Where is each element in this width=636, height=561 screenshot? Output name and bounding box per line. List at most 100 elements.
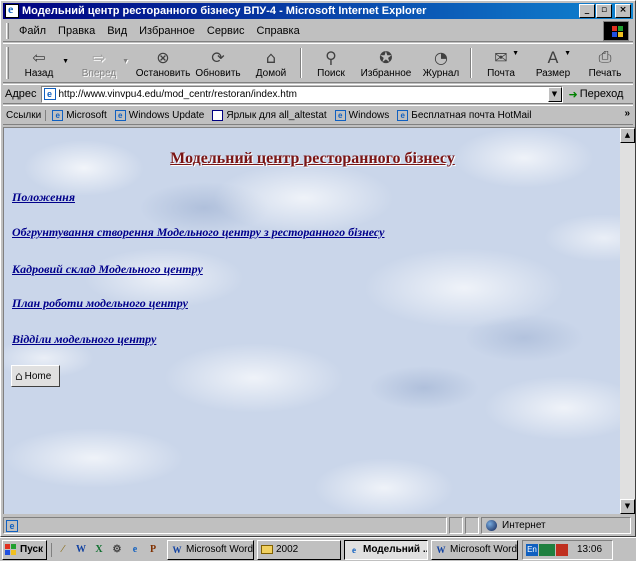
minimize-button[interactable]: _ <box>579 4 595 18</box>
link-work-plan[interactable]: План роботи модельного центру <box>12 296 188 311</box>
refresh-icon: ⟳ <box>211 47 225 67</box>
menu-edit[interactable]: Правка <box>52 25 101 37</box>
mail-dropdown-icon[interactable]: ▼ <box>512 50 519 57</box>
task-label: Microsoft Word ... <box>186 544 254 555</box>
go-arrow-icon: ➜ <box>568 87 578 101</box>
security-zone: Интернет <box>481 517 631 534</box>
link-regulations[interactable]: Положення <box>12 190 75 205</box>
excel-icon[interactable]: X <box>92 543 106 557</box>
stop-button[interactable]: ⊗ Остановить <box>135 44 191 82</box>
language-indicator[interactable]: En <box>526 543 538 556</box>
quick-launch-icon[interactable]: ⁄ <box>56 543 70 557</box>
print-label: Печать <box>588 68 622 79</box>
search-icon: ⚲ <box>325 47 337 67</box>
link-label: Windows Update <box>128 109 205 121</box>
ie-page-icon: e <box>397 109 409 121</box>
home-toolbar-button[interactable]: ⌂ Домой <box>245 44 297 82</box>
task-label: 2002 <box>276 544 299 555</box>
menu-favorites[interactable]: Избранное <box>133 25 201 37</box>
volume-icon[interactable] <box>556 543 568 556</box>
status-bar: e Интернет <box>3 516 633 535</box>
go-label: Переход <box>579 88 624 100</box>
link-windows[interactable]: e Windows <box>331 109 394 121</box>
history-button[interactable]: ◔ Журнал <box>415 44 467 82</box>
menu-help[interactable]: Справка <box>251 25 306 37</box>
task-folder-2002[interactable]: 2002 <box>257 539 341 560</box>
forward-button[interactable]: ⇨ Вперед ▼ <box>73 44 129 82</box>
stop-icon: ⊗ <box>156 47 170 67</box>
home-page-button[interactable]: ⌂ Home <box>11 365 60 387</box>
toolbar-grip[interactable] <box>6 47 9 79</box>
internet-explorer-icon <box>5 2 19 18</box>
quick-launch: ⁄ W X ⚙ e P <box>51 542 164 557</box>
links-bar: Ссылки e Microsoft e Windows Update Ярлы… <box>3 105 633 125</box>
favorites-button[interactable]: ✪ Избранное <box>357 44 415 82</box>
folder-icon <box>261 545 273 554</box>
internet-explorer-icon[interactable]: e <box>128 543 142 557</box>
link-all-altestat[interactable]: Ярлык для all_altestat <box>208 109 330 121</box>
quick-launch-icon[interactable]: ⚙ <box>110 543 124 557</box>
task-ie-active[interactable]: e Модельний ... <box>344 539 428 560</box>
history-label: Журнал <box>422 68 460 79</box>
standard-toolbar: ⇦ Назад ▼ ⇨ Вперед ▼ ⊗ Остановить ⟳ Обно… <box>3 43 633 83</box>
address-url[interactable]: http://www.vinvpu4.edu/mod_centr/restora… <box>59 89 548 100</box>
favorites-icon: ✪ <box>379 47 393 67</box>
chevron-right-icon[interactable]: » <box>624 108 630 119</box>
system-tray: En 13:06 <box>522 539 613 560</box>
links-label[interactable]: Ссылки <box>3 109 47 121</box>
address-dropdown-icon[interactable]: ▼ <box>547 86 562 102</box>
font-size-button[interactable]: A Размер ▼ <box>527 44 579 82</box>
close-button[interactable]: × <box>615 4 631 18</box>
windows-flag-icon <box>5 544 17 555</box>
task-word-2[interactable]: W Microsoft Word ... <box>431 539 518 560</box>
menu-view[interactable]: Вид <box>101 25 133 37</box>
ie-page-icon: e <box>114 109 126 121</box>
mail-icon: ✉ <box>494 47 508 67</box>
address-input[interactable]: e http://www.vinvpu4.edu/mod_centr/resto… <box>40 85 563 103</box>
font-size-label: Размер <box>535 68 571 79</box>
menu-bar: Файл Правка Вид Избранное Сервис Справка <box>3 20 633 42</box>
forward-dropdown-icon[interactable]: ▼ <box>122 58 129 65</box>
menu-tools[interactable]: Сервис <box>201 25 251 37</box>
link-staff[interactable]: Кадровий склад Модельного центру <box>12 262 203 277</box>
go-button[interactable]: ➜ Переход <box>569 88 624 101</box>
mail-button[interactable]: ✉ Почта ▼ <box>475 44 527 82</box>
link-departments[interactable]: Відділи модельного центру <box>12 332 156 347</box>
home-button-label: Home <box>24 370 52 382</box>
link-microsoft[interactable]: e Microsoft <box>48 109 111 121</box>
link-hotmail[interactable]: e Бесплатная почта HotMail <box>393 109 535 121</box>
favorites-label: Избранное <box>360 68 412 79</box>
mail-label: Почта <box>487 68 515 79</box>
address-bar: Адрес e http://www.vinvpu4.edu/mod_centr… <box>3 84 633 104</box>
globe-icon <box>486 520 497 531</box>
start-button[interactable]: Пуск <box>2 539 47 560</box>
network-icon[interactable] <box>539 543 555 556</box>
word-icon[interactable]: W <box>74 543 88 557</box>
back-button[interactable]: ⇦ Назад ▼ <box>13 44 69 82</box>
vertical-scrollbar[interactable]: ▲ ▼ <box>620 127 635 514</box>
start-label: Пуск <box>20 544 44 555</box>
font-size-dropdown-icon[interactable]: ▼ <box>564 50 571 57</box>
menu-file[interactable]: Файл <box>13 25 52 37</box>
toolbar-grip[interactable] <box>6 22 9 39</box>
toolbar-separator <box>300 48 302 78</box>
task-word-1[interactable]: W Microsoft Word ... <box>167 539 254 560</box>
page-icon: e <box>43 88 56 100</box>
scroll-up-icon[interactable]: ▲ <box>620 128 635 143</box>
ie-page-icon: e <box>334 109 346 121</box>
refresh-button[interactable]: ⟳ Обновить <box>191 44 245 82</box>
maximize-button[interactable]: ▫ <box>596 4 612 18</box>
status-cell <box>449 517 463 534</box>
search-button[interactable]: ⚲ Поиск <box>305 44 357 82</box>
scroll-down-icon[interactable]: ▼ <box>620 499 635 514</box>
back-dropdown-icon[interactable]: ▼ <box>62 58 69 65</box>
print-button[interactable]: ⎙ Печать <box>579 44 631 82</box>
link-windows-update[interactable]: e Windows Update <box>111 109 209 121</box>
ie-page-icon: e <box>52 109 64 121</box>
title-bar[interactable]: Модельний центр ресторанного бізнесу ВПУ… <box>3 2 633 19</box>
word-icon: W <box>172 544 182 555</box>
link-justification[interactable]: Обгрунтування створення Модельного центр… <box>12 225 385 240</box>
quick-launch-icon[interactable]: P <box>146 543 160 557</box>
back-label: Назад <box>24 68 54 79</box>
task-label: Модельний ... <box>363 544 428 555</box>
